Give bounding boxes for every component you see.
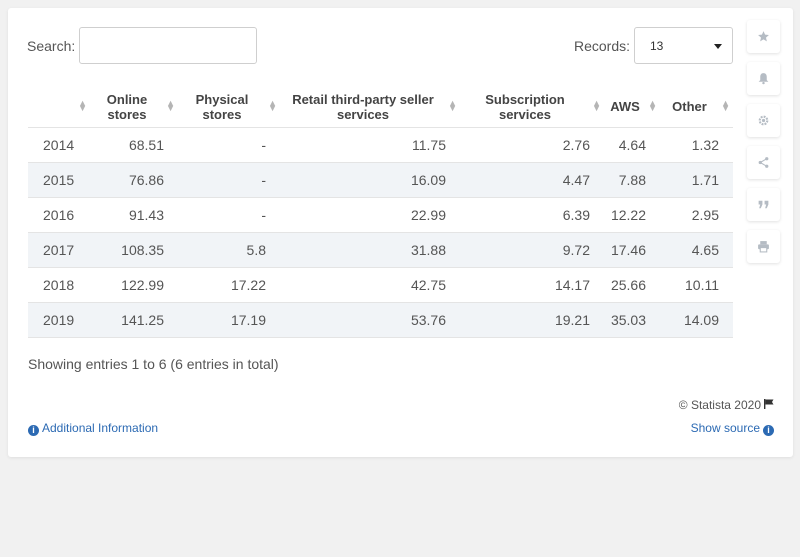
cell-retail-third-party: 31.88 (280, 231, 460, 267)
star-icon (758, 31, 769, 42)
flag-icon[interactable] (764, 398, 774, 412)
table-row: 2014 68.51 - 11.75 2.76 4.64 1.32 (28, 126, 733, 162)
cell-aws: 12.22 (604, 196, 660, 232)
cell-year: 2019 (28, 301, 90, 338)
cell-year: 2017 (28, 231, 90, 267)
caret-down-icon (714, 44, 722, 49)
cell-retail-third-party: 42.75 (280, 266, 460, 302)
cell-subscription: 6.39 (460, 196, 604, 232)
bell-icon (758, 73, 769, 85)
print-icon (758, 241, 769, 253)
table-row: 2015 76.86 - 16.09 4.47 7.88 1.71 (28, 161, 733, 197)
show-source-link[interactable]: Show source i (691, 421, 774, 436)
cell-retail-third-party: 11.75 (280, 126, 460, 162)
table-row: 2017 108.35 5.8 31.88 9.72 17.46 4.65 (28, 231, 733, 267)
column-header-aws[interactable]: AWS ▲ ▼ (604, 87, 660, 127)
data-table: ▲ ▼ Online stores ▲ ▼ Physical stores ▲ ▼ Ret… (28, 87, 733, 338)
cell-other: 10.11 (660, 266, 733, 302)
table-row: 2018 122.99 17.22 42.75 14.17 25.66 10.1… (28, 266, 733, 302)
cell-physical-stores: 17.22 (178, 266, 280, 302)
gear-icon (758, 115, 769, 126)
cell-aws: 17.46 (604, 231, 660, 267)
show-source-label: Show source (690, 421, 760, 435)
table-header-row: ▲ ▼ Online stores ▲ ▼ Physical stores ▲ ▼ Ret… (28, 87, 733, 127)
search-label: Search: (27, 38, 76, 54)
cell-physical-stores: - (178, 161, 280, 197)
cell-aws: 35.03 (604, 301, 660, 338)
cell-subscription: 2.76 (460, 126, 604, 162)
copyright: © Statista 2020 (679, 398, 774, 412)
entries-summary: Showing entries 1 to 6 (6 entries in tot… (28, 356, 279, 372)
settings-button[interactable] (747, 104, 780, 137)
cell-other: 1.71 (660, 161, 733, 197)
cell-physical-stores: 17.19 (178, 301, 280, 338)
cell-aws: 4.64 (604, 126, 660, 162)
cell-subscription: 4.47 (460, 161, 604, 197)
cell-other: 1.32 (660, 126, 733, 162)
search-input[interactable] (79, 27, 257, 64)
column-header-subscription[interactable]: Subscription services ▲ ▼ (460, 87, 604, 127)
column-header-retail-third-party[interactable]: Retail third-party seller services ▲ ▼ (280, 87, 460, 127)
info-icon: i (28, 425, 39, 436)
quote-icon (758, 200, 769, 209)
cell-year: 2014 (28, 126, 90, 162)
cell-year: 2016 (28, 196, 90, 232)
cell-online-stores: 76.86 (90, 161, 178, 197)
additional-information-link[interactable]: i Additional Information (28, 421, 158, 436)
cell-subscription: 9.72 (460, 231, 604, 267)
favorite-button[interactable] (747, 20, 780, 53)
sort-icon: ▲ ▼ (166, 98, 175, 113)
records-select[interactable]: 13 (634, 27, 733, 64)
column-header-other[interactable]: Other ▲ ▼ (660, 87, 733, 127)
sort-icon: ▲ ▼ (721, 98, 730, 113)
share-button[interactable] (747, 146, 780, 179)
cell-online-stores: 68.51 (90, 126, 178, 162)
cite-button[interactable] (747, 188, 780, 221)
cell-online-stores: 141.25 (90, 301, 178, 338)
sort-icon: ▲ ▼ (448, 98, 457, 113)
share-icon (758, 157, 769, 168)
column-header-year[interactable]: ▲ ▼ (28, 87, 90, 127)
cell-online-stores: 108.35 (90, 231, 178, 267)
cell-online-stores: 122.99 (90, 266, 178, 302)
cell-year: 2018 (28, 266, 90, 302)
notification-button[interactable] (747, 62, 780, 95)
copyright-text: © Statista 2020 (678, 398, 761, 412)
cell-subscription: 19.21 (460, 301, 604, 338)
cell-subscription: 14.17 (460, 266, 604, 302)
cell-year: 2015 (28, 161, 90, 197)
sort-icon: ▲ ▼ (268, 98, 277, 113)
print-button[interactable] (747, 230, 780, 263)
cell-other: 4.65 (660, 231, 733, 267)
additional-information-label: Additional Information (42, 421, 159, 435)
sort-icon: ▲ ▼ (78, 98, 87, 113)
table-row: 2016 91.43 - 22.99 6.39 12.22 2.95 (28, 196, 733, 232)
cell-retail-third-party: 16.09 (280, 161, 460, 197)
cell-retail-third-party: 53.76 (280, 301, 460, 338)
cell-aws: 25.66 (604, 266, 660, 302)
statistic-card: Search: Records: 13 ▲ ▼ Online stores ▲ ▼ P… (8, 8, 793, 457)
cell-other: 14.09 (660, 301, 733, 338)
sort-icon: ▲ ▼ (648, 98, 657, 113)
info-icon: i (763, 425, 774, 436)
table-row: 2019 141.25 17.19 53.76 19.21 35.03 14.0… (28, 301, 733, 338)
cell-retail-third-party: 22.99 (280, 196, 460, 232)
column-header-physical-stores[interactable]: Physical stores ▲ ▼ (178, 87, 280, 127)
records-label: Records: (574, 38, 631, 54)
sort-icon: ▲ ▼ (592, 98, 601, 113)
cell-physical-stores: - (178, 126, 280, 162)
cell-physical-stores: - (178, 196, 280, 232)
cell-aws: 7.88 (604, 161, 660, 197)
cell-physical-stores: 5.8 (178, 231, 280, 267)
records-value: 13 (650, 39, 664, 53)
cell-online-stores: 91.43 (90, 196, 178, 232)
column-header-online-stores[interactable]: Online stores ▲ ▼ (90, 87, 178, 127)
action-sidebar (747, 20, 780, 272)
cell-other: 2.95 (660, 196, 733, 232)
